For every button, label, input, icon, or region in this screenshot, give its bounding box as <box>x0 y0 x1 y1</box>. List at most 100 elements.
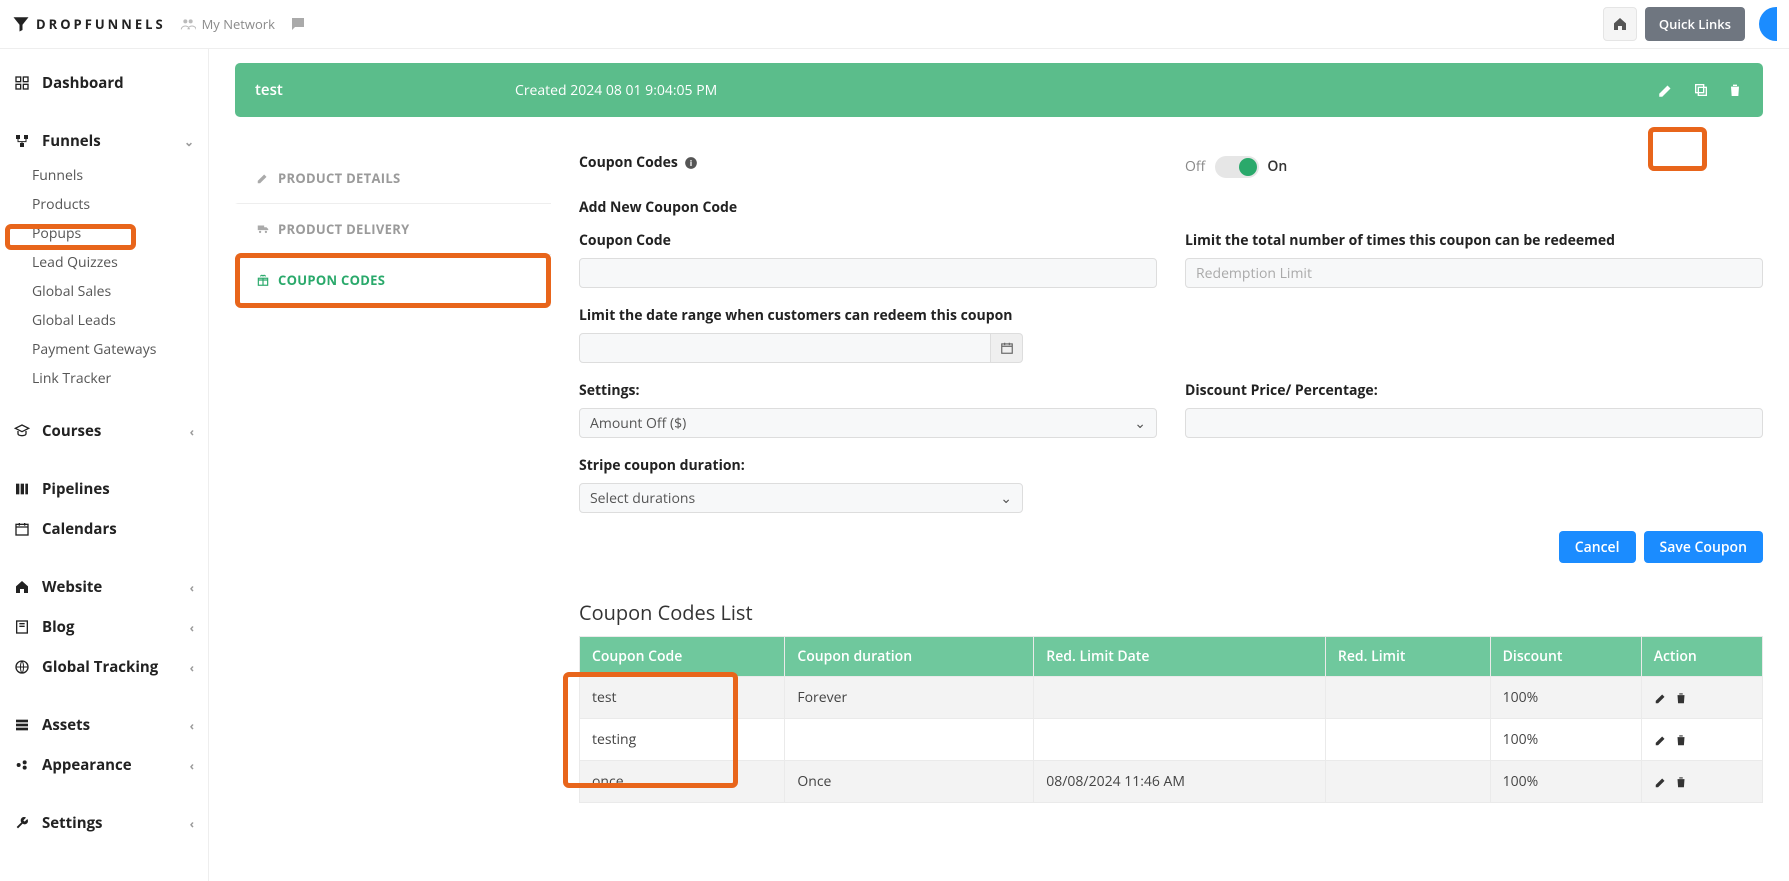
brand-text: DROPFUNNELS <box>36 15 166 33</box>
sidebar-sub-lead-quizzes[interactable]: Lead Quizzes <box>0 248 208 277</box>
save-coupon-button[interactable]: Save Coupon <box>1644 531 1763 563</box>
cell-limit <box>1325 761 1490 803</box>
sidebar-assets[interactable]: Assets ‹ <box>0 705 208 745</box>
layers-icon <box>14 717 30 733</box>
cell-duration: Forever <box>785 677 1034 719</box>
sidebar-sub-products[interactable]: Products <box>0 190 208 219</box>
coupon-code-label: Coupon Code <box>579 231 1157 250</box>
chevron-down-icon: ⌄ <box>1134 414 1146 433</box>
sidebar: Dashboard Funnels ⌄ Funnels Products Pop… <box>0 49 209 881</box>
delete-button[interactable] <box>1727 82 1743 98</box>
home-button[interactable] <box>1603 7 1637 41</box>
row-delete-button[interactable] <box>1674 775 1688 789</box>
sidebar-blog[interactable]: Blog ‹ <box>0 607 208 647</box>
cell-code: test <box>580 677 785 719</box>
coupon-form: Coupon Codes i Off On Add New Coupon Cod… <box>551 153 1763 803</box>
table-row: testing 100% <box>580 719 1763 761</box>
table-header: Coupon duration <box>785 637 1034 677</box>
table-header: Red. Limit <box>1325 637 1490 677</box>
gift-icon <box>256 273 270 287</box>
coupon-toggle[interactable] <box>1215 156 1259 178</box>
chevron-left-icon: ‹ <box>190 423 194 440</box>
sidebar-sub-funnels[interactable]: Funnels <box>0 161 208 190</box>
chevron-left-icon: ‹ <box>190 757 194 774</box>
edit-button[interactable] <box>1657 81 1675 99</box>
my-network-link[interactable]: My Network <box>180 15 275 33</box>
sidebar-settings[interactable]: Settings ‹ <box>0 803 208 843</box>
tab-product-details[interactable]: PRODUCT DETAILS <box>235 153 551 204</box>
cell-action <box>1641 677 1762 719</box>
redemption-limit-input[interactable] <box>1185 258 1763 288</box>
users-icon <box>180 16 196 32</box>
chevron-left-icon: ‹ <box>190 659 194 676</box>
sidebar-sub-popups[interactable]: Popups <box>0 219 208 248</box>
sidebar-sub-global-leads[interactable]: Global Leads <box>0 306 208 335</box>
globe-icon <box>14 659 30 675</box>
my-network-label: My Network <box>202 15 275 33</box>
book-icon <box>14 619 30 635</box>
table-header: Coupon Code <box>580 637 785 677</box>
coupon-code-input[interactable] <box>579 258 1157 288</box>
table-row: onceOnce08/08/2024 11:46 AM100% <box>580 761 1763 803</box>
stripe-duration-select[interactable]: Select durations ⌄ <box>579 483 1023 513</box>
info-icon[interactable]: i <box>684 156 698 170</box>
product-tabs: PRODUCT DETAILS PRODUCT DELIVERY COUPON … <box>235 153 551 803</box>
chat-icon[interactable] <box>289 15 307 33</box>
edit-icon <box>256 171 270 185</box>
cell-action <box>1641 719 1762 761</box>
toggle-on-label: On <box>1267 157 1287 176</box>
topbar: DROPFUNNELS My Network Quick Links <box>0 0 1789 49</box>
sidebar-website[interactable]: Website ‹ <box>0 567 208 607</box>
limit-date-label: Limit the date range when customers can … <box>579 306 1023 325</box>
stripe-duration-label: Stripe coupon duration: <box>579 456 1023 475</box>
sidebar-appearance[interactable]: Appearance ‹ <box>0 745 208 785</box>
toggle-off-label: Off <box>1185 157 1205 176</box>
sidebar-sub-global-sales[interactable]: Global Sales <box>0 277 208 306</box>
brand-logo[interactable]: DROPFUNNELS <box>12 15 166 33</box>
sidebar-funnels[interactable]: Funnels ⌄ <box>0 121 208 161</box>
grid-icon <box>14 75 30 91</box>
settings-label: Settings: <box>579 381 1157 400</box>
tab-coupon-codes[interactable]: COUPON CODES <box>235 255 551 306</box>
sidebar-pipelines[interactable]: Pipelines <box>0 469 208 509</box>
row-edit-button[interactable] <box>1654 775 1668 789</box>
sidebar-courses[interactable]: Courses ‹ <box>0 411 208 451</box>
cell-duration: Once <box>785 761 1034 803</box>
sidebar-dashboard[interactable]: Dashboard <box>0 63 208 103</box>
row-delete-button[interactable] <box>1674 691 1688 705</box>
cancel-button[interactable]: Cancel <box>1559 531 1636 563</box>
avatar-badge[interactable] <box>1759 7 1777 41</box>
sidebar-sub-payment-gateways[interactable]: Payment Gateways <box>0 335 208 364</box>
chevron-left-icon: ‹ <box>190 815 194 832</box>
copy-button[interactable] <box>1693 82 1709 98</box>
cell-code: once <box>580 761 785 803</box>
row-delete-button[interactable] <box>1674 733 1688 747</box>
quick-links-button[interactable]: Quick Links <box>1645 7 1745 41</box>
sidebar-sub-link-tracker[interactable]: Link Tracker <box>0 364 208 393</box>
coupon-codes-table: Coupon Code Coupon duration Red. Limit D… <box>579 636 1763 803</box>
sidebar-global-tracking[interactable]: Global Tracking ‹ <box>0 647 208 687</box>
row-edit-button[interactable] <box>1654 691 1668 705</box>
chevron-left-icon: ‹ <box>190 579 194 596</box>
row-edit-button[interactable] <box>1654 733 1668 747</box>
cell-limit-date <box>1034 677 1326 719</box>
discount-input[interactable] <box>1185 408 1763 438</box>
date-range-input[interactable] <box>579 333 991 363</box>
cell-discount: 100% <box>1490 761 1641 803</box>
chevron-left-icon: ‹ <box>190 619 194 636</box>
tab-product-delivery[interactable]: PRODUCT DELIVERY <box>235 204 551 255</box>
add-new-heading: Add New Coupon Code <box>579 198 1763 217</box>
limit-total-label: Limit the total number of times this cou… <box>1185 231 1763 250</box>
table-header: Discount <box>1490 637 1641 677</box>
truck-icon <box>256 222 270 236</box>
settings-select[interactable]: Amount Off ($) ⌄ <box>579 408 1157 438</box>
paint-icon <box>14 757 30 773</box>
sidebar-calendars[interactable]: Calendars <box>0 509 208 549</box>
calendar-button[interactable] <box>991 333 1023 363</box>
cell-limit <box>1325 677 1490 719</box>
cell-limit <box>1325 719 1490 761</box>
cell-discount: 100% <box>1490 719 1641 761</box>
cell-code: testing <box>580 719 785 761</box>
calendar-icon <box>14 521 30 537</box>
funnel-icon <box>12 15 30 33</box>
